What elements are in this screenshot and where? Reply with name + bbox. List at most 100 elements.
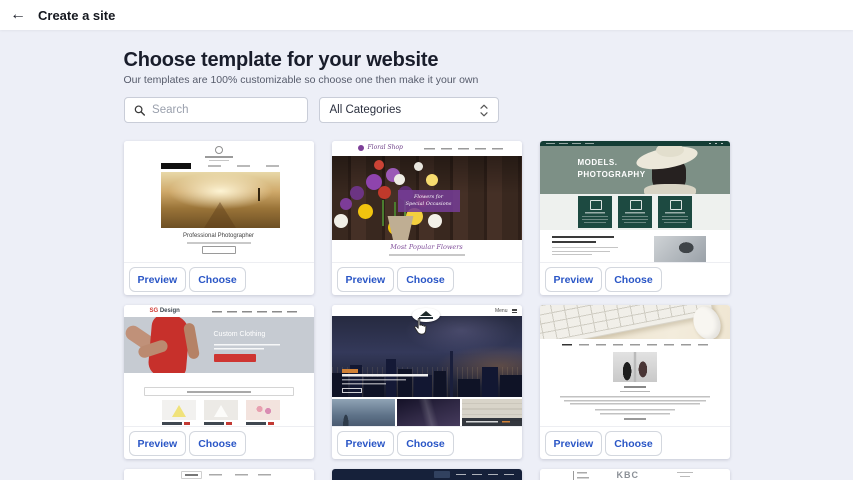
- feature-tile-video: [618, 196, 652, 228]
- floral-logo-mark: [358, 145, 364, 151]
- choose-button[interactable]: Choose: [605, 431, 662, 456]
- article-heading-placeholder: [624, 386, 646, 388]
- template-thumbnail[interactable]: Floral Shop: [332, 141, 522, 262]
- menu-label: Menu: [495, 308, 508, 314]
- nav-links-placeholder: [424, 148, 508, 150]
- template-thumbnail[interactable]: [540, 305, 730, 426]
- sg-logo-accent: SG: [150, 308, 159, 314]
- nav-links-placeholder: [546, 143, 606, 145]
- search-input[interactable]: [152, 104, 297, 116]
- hero-overlay-box: Flowers for Special Occasions: [398, 190, 460, 212]
- post-title-placeholder: [342, 374, 428, 386]
- article-paragraph2-placeholder: [595, 409, 675, 415]
- choose-button[interactable]: Choose: [189, 267, 246, 292]
- filter-row: All Categories: [124, 97, 730, 123]
- preview-button[interactable]: Preview: [129, 431, 187, 456]
- choose-button[interactable]: Choose: [189, 431, 246, 456]
- template-card-photographer: Professional Photographer Preview Choose: [124, 141, 314, 295]
- hero-banner: Custom Clothing: [124, 317, 314, 373]
- header-right-placeholder: [677, 472, 693, 477]
- template-thumbnail[interactable]: Professional Photographer: [124, 141, 314, 262]
- top-app-bar: ← Create a site: [0, 0, 853, 30]
- template-card-office-keyboard: Preview Choose: [540, 305, 730, 459]
- hero-title: Custom Clothing: [214, 331, 266, 338]
- choose-button[interactable]: Choose: [397, 267, 454, 292]
- template-thumbnail[interactable]: KBC: [540, 469, 730, 480]
- hero-overlay-line1: Flowers for: [398, 194, 460, 201]
- preview-button[interactable]: Preview: [129, 267, 187, 292]
- preview-button[interactable]: Preview: [337, 267, 395, 292]
- article-subheading-placeholder: [620, 391, 650, 393]
- collection-banner-text-placeholder: [187, 391, 251, 393]
- category-selected-value: All Categories: [330, 104, 402, 116]
- flower: [340, 198, 352, 210]
- template-thumbnail[interactable]: [124, 469, 314, 480]
- sidebar-divider: [573, 471, 574, 480]
- feature-tile-camera: [578, 196, 612, 228]
- category-select[interactable]: All Categories: [319, 97, 499, 123]
- card-actions: Preview Choose: [124, 426, 314, 459]
- section-heading: Choose template for your website: [124, 49, 730, 71]
- template-card-tabbed-partial: [124, 469, 314, 480]
- sidebar-lines-placeholder: [577, 472, 589, 479]
- hero-photo-tulips: Flowers for Special Occasions: [332, 156, 522, 240]
- tab-active-label-placeholder: [185, 474, 198, 476]
- tile-caption-text-placeholder: [466, 421, 510, 423]
- flower: [428, 214, 442, 228]
- template-card-kbc-partial: KBC: [540, 469, 730, 480]
- post-category-tag: [342, 369, 358, 373]
- flower: [414, 162, 423, 171]
- site-logo-mark: [215, 146, 223, 154]
- choose-button[interactable]: Choose: [605, 267, 662, 292]
- template-title: Professional Photographer: [124, 233, 314, 239]
- template-card-models-photography: MODELS. PHOTOGRAPHY Preview Choose: [540, 141, 730, 295]
- search-box[interactable]: [124, 97, 308, 123]
- article-paragraph-placeholder: [560, 396, 710, 406]
- read-more-button-placeholder: [342, 388, 362, 393]
- preview-button[interactable]: Preview: [545, 431, 603, 456]
- hero-overlay-line2: Special Occasions: [398, 201, 460, 208]
- flower: [334, 214, 348, 228]
- card-actions: Preview Choose: [124, 262, 314, 295]
- choose-button[interactable]: Choose: [397, 431, 454, 456]
- up-down-chevrons-icon: [480, 104, 488, 117]
- sg-logo: SG Design: [150, 308, 180, 314]
- template-card-sg-design: SG Design Custom Clothing: [124, 305, 314, 459]
- nav-links-placeholder: [456, 474, 514, 476]
- sg-logo-rest: Design: [158, 308, 180, 314]
- flower: [350, 186, 364, 200]
- template-card-navy-partial: [332, 469, 522, 480]
- mouse-cursor-hand: [414, 318, 427, 335]
- template-card-floral-shop: Floral Shop: [332, 141, 522, 295]
- hero-cta-button: [214, 354, 256, 362]
- template-thumbnail[interactable]: [332, 469, 522, 480]
- main-content: Choose template for your website Our tem…: [124, 49, 730, 480]
- card-actions: Preview Choose: [332, 262, 522, 295]
- kbc-logo: KBC: [617, 470, 640, 480]
- flower: [358, 204, 373, 219]
- preview-button[interactable]: Preview: [545, 267, 603, 292]
- section-subheading: Our templates are 100% customizable so c…: [124, 74, 730, 86]
- hero-banner: MODELS. PHOTOGRAPHY: [540, 146, 730, 194]
- template-thumbnail[interactable]: MODELS. PHOTOGRAPHY: [540, 141, 730, 262]
- section-title-script: Most Popular Flowers: [332, 243, 522, 251]
- nav-links-placeholder: [562, 344, 708, 346]
- template-thumbnail[interactable]: SG Design Custom Clothing: [124, 305, 314, 426]
- model-shoulders: [644, 184, 696, 194]
- hero-title-line1: MODELS.: [578, 158, 618, 167]
- hero-photo-sunset-field: [161, 172, 280, 228]
- card-actions: Preview Choose: [540, 262, 730, 295]
- flower: [378, 186, 391, 199]
- article-text-placeholder: [552, 236, 622, 258]
- back-arrow-icon[interactable]: ←: [10, 7, 30, 23]
- header-photo-desk: [540, 305, 730, 339]
- flower: [394, 174, 405, 185]
- nav-tab-highlight: [434, 471, 450, 478]
- hero-subtext-placeholder: [214, 344, 280, 350]
- section-subtext-placeholder: [389, 254, 465, 256]
- card-actions: Preview Choose: [332, 426, 522, 459]
- site-logo-subtext-placeholder: [209, 160, 229, 162]
- article-photo-office: [613, 352, 657, 382]
- nav-links-placeholder: [212, 311, 300, 313]
- preview-button[interactable]: Preview: [337, 431, 395, 456]
